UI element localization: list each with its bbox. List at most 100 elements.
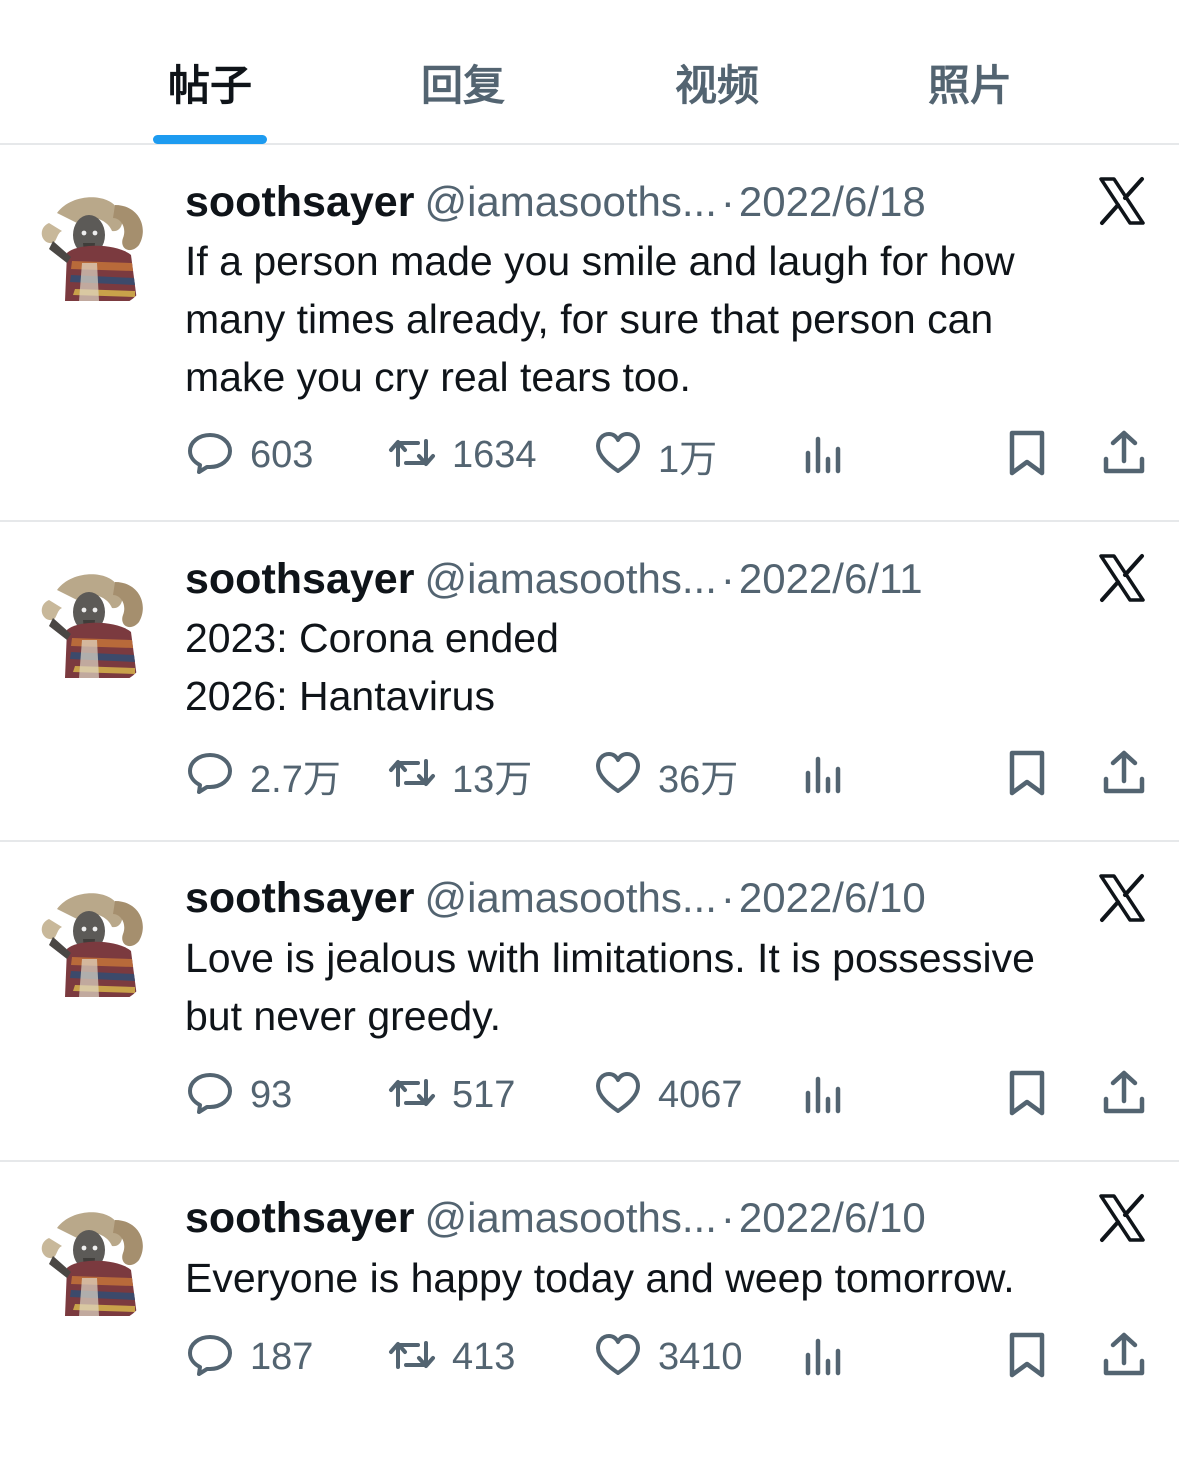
avatar[interactable]	[27, 1198, 157, 1328]
share-button[interactable]	[1100, 425, 1148, 485]
post-date[interactable]: 2022/6/10	[739, 1194, 926, 1241]
post-actions: 603 1634 1万	[0, 425, 1179, 485]
author-handle[interactable]: @iamasooths...	[424, 1194, 716, 1241]
reply-count: 93	[250, 1073, 293, 1116]
separator-dot: ·	[720, 178, 735, 225]
repost-button[interactable]: 1634	[388, 425, 537, 485]
repost-button[interactable]: 517	[388, 1065, 515, 1125]
bookmark-button[interactable]	[1003, 745, 1051, 805]
repost-button[interactable]: 13万	[388, 745, 532, 805]
share-button[interactable]	[1100, 1327, 1148, 1387]
tab-bar: 帖子 回复 视频 照片	[0, 0, 1179, 145]
reply-count: 187	[250, 1335, 314, 1378]
reply-button[interactable]: 93	[186, 1065, 292, 1125]
heart-icon	[594, 1069, 642, 1122]
x-logo-icon	[1097, 1193, 1147, 1243]
bar-chart-icon	[800, 1331, 848, 1384]
author-name[interactable]: soothsayer	[185, 874, 414, 922]
avatar[interactable]	[27, 183, 157, 313]
bookmark-icon	[1003, 1331, 1051, 1384]
speech-bubble-icon	[186, 429, 234, 482]
share-button[interactable]	[1100, 1065, 1148, 1125]
like-button[interactable]: 3410	[594, 1327, 743, 1387]
speech-bubble-icon	[186, 749, 234, 802]
views-button[interactable]	[800, 745, 848, 805]
post-actions: 187 413 3410	[0, 1327, 1179, 1387]
reply-button[interactable]: 2.7万	[186, 745, 341, 805]
separator-dot: ·	[720, 1194, 735, 1241]
reply-button[interactable]: 603	[186, 425, 313, 485]
post-header: soothsayer @iamasooths...·2022/6/11	[185, 555, 923, 603]
repost-count: 1634	[452, 433, 537, 476]
tab-videos[interactable]: 视频	[617, 52, 817, 113]
author-name[interactable]: soothsayer	[185, 555, 414, 603]
repost-arrows-icon	[388, 1069, 436, 1122]
post-text-line: 2023: Corona ended	[185, 615, 559, 661]
like-count: 1万	[658, 438, 718, 481]
author-handle[interactable]: @iamasooths...	[424, 178, 716, 225]
post-text-line: 2026: Hantavirus	[185, 673, 495, 719]
author-name[interactable]: soothsayer	[185, 1194, 414, 1242]
share-upload-icon	[1100, 749, 1148, 802]
bookmark-button[interactable]	[1003, 425, 1051, 485]
post-header: soothsayer @iamasooths...·2022/6/10	[185, 874, 926, 922]
tab-photos[interactable]: 照片	[870, 52, 1070, 113]
post-date[interactable]: 2022/6/10	[739, 874, 926, 921]
bar-chart-icon	[800, 749, 848, 802]
author-handle[interactable]: @iamasooths...	[424, 874, 716, 921]
share-upload-icon	[1100, 1069, 1148, 1122]
heart-icon	[594, 749, 642, 802]
avatar[interactable]	[27, 560, 157, 690]
post-text-line: If a person made you smile and laugh for…	[185, 238, 1015, 284]
bookmark-icon	[1003, 1069, 1051, 1122]
speech-bubble-icon	[186, 1069, 234, 1122]
post-date[interactable]: 2022/6/18	[739, 178, 926, 225]
post-text-line: Everyone is happy today and weep tomorro…	[185, 1255, 1015, 1301]
like-button[interactable]: 1万	[594, 425, 717, 485]
views-button[interactable]	[800, 1327, 848, 1387]
bar-chart-icon	[800, 429, 848, 482]
repost-button[interactable]: 413	[388, 1327, 515, 1387]
tab-posts[interactable]: 帖子	[110, 52, 310, 113]
like-count: 4067	[658, 1073, 743, 1116]
post-text-line: make you cry real tears too.	[185, 354, 691, 400]
heart-icon	[594, 1331, 642, 1384]
share-upload-icon	[1100, 429, 1148, 482]
heart-icon	[594, 429, 642, 482]
post-date[interactable]: 2022/6/11	[739, 555, 923, 602]
x-logo-icon	[1097, 873, 1147, 923]
x-logo-icon	[1097, 176, 1147, 226]
like-button[interactable]: 4067	[594, 1065, 743, 1125]
like-count: 36万	[658, 758, 739, 801]
post-header: soothsayer @iamasooths...·2022/6/18	[185, 178, 926, 226]
views-button[interactable]	[800, 1065, 848, 1125]
post-text-line: Love is jealous with limitations. It is …	[185, 935, 1035, 981]
repost-arrows-icon	[388, 749, 436, 802]
repost-count: 413	[452, 1335, 516, 1378]
reply-button[interactable]: 187	[186, 1327, 313, 1387]
bookmark-icon	[1003, 429, 1051, 482]
avatar[interactable]	[27, 879, 157, 1009]
bar-chart-icon	[800, 1069, 848, 1122]
active-tab-indicator	[153, 135, 267, 144]
post-actions: 93 517 4067	[0, 1065, 1179, 1125]
post-text: 2023: Corona ended 2026: Hantavirus	[185, 609, 1145, 725]
post-text-line: many times already, for sure that person…	[185, 296, 994, 342]
post-text: If a person made you smile and laugh for…	[185, 232, 1145, 406]
share-upload-icon	[1100, 1331, 1148, 1384]
like-button[interactable]: 36万	[594, 745, 738, 805]
post-header: soothsayer @iamasooths...·2022/6/10	[185, 1194, 926, 1242]
tab-replies[interactable]: 回复	[363, 52, 563, 113]
reply-count: 2.7万	[250, 758, 341, 801]
post-actions: 2.7万 13万 36万	[0, 745, 1179, 805]
post-text: Love is jealous with limitations. It is …	[185, 929, 1145, 1045]
bookmark-button[interactable]	[1003, 1065, 1051, 1125]
author-name[interactable]: soothsayer	[185, 178, 414, 226]
share-button[interactable]	[1100, 745, 1148, 805]
bookmark-button[interactable]	[1003, 1327, 1051, 1387]
repost-count: 13万	[452, 758, 533, 801]
speech-bubble-icon	[186, 1331, 234, 1384]
like-count: 3410	[658, 1335, 743, 1378]
author-handle[interactable]: @iamasooths...	[424, 555, 716, 602]
views-button[interactable]	[800, 425, 848, 485]
